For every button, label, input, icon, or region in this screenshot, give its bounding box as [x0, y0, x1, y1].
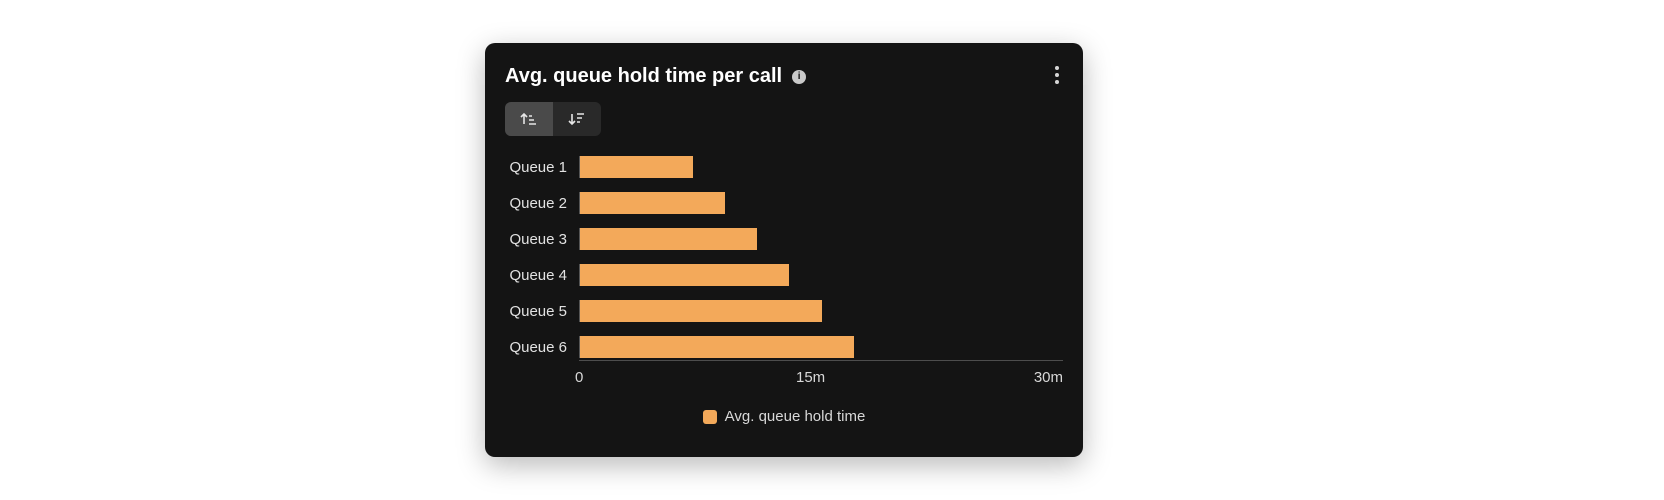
category-label: Queue 1: [505, 159, 567, 176]
x-tick-2: 30m: [1034, 369, 1063, 386]
sort-toggle: [505, 102, 601, 136]
bar[interactable]: [580, 336, 854, 358]
bar[interactable]: [580, 228, 757, 250]
x-axis-ticks: 0 15m 30m: [579, 369, 1063, 386]
sort-ascending-button[interactable]: [505, 102, 553, 136]
bar[interactable]: [580, 264, 789, 286]
legend: Avg. queue hold time: [505, 408, 1063, 425]
info-icon[interactable]: i: [792, 70, 806, 84]
category-label: Queue 4: [505, 267, 567, 284]
bar-row: Queue 5: [505, 300, 1063, 322]
bar[interactable]: [580, 300, 822, 322]
bar[interactable]: [580, 192, 725, 214]
chart-card: Avg. queue hold time per call i Queue 1Q…: [485, 43, 1083, 457]
bars-container: Queue 1 Queue 2 Queue 3 Queue 4 Queue 5 Queue…: [505, 156, 1063, 358]
card-header: Avg. queue hold time per call i: [505, 65, 1063, 88]
category-label: Queue 6: [505, 339, 567, 356]
x-tick-1: 15m: [796, 369, 825, 386]
bar-track: [579, 228, 1063, 250]
sort-descending-icon: [568, 111, 586, 127]
chart-title: Avg. queue hold time per call: [505, 65, 782, 88]
x-axis-baseline: [579, 360, 1063, 361]
sort-ascending-icon: [520, 111, 538, 127]
chart-plot-area: Queue 1 Queue 2 Queue 3 Queue 4 Queue 5 Queue…: [505, 156, 1063, 441]
bar-row: Queue 4: [505, 264, 1063, 286]
bar-track: [579, 192, 1063, 214]
bar-row: Queue 2: [505, 192, 1063, 214]
x-tick-0: 0: [575, 369, 583, 386]
bar-track: [579, 336, 1063, 358]
bar-row: Queue 1: [505, 156, 1063, 178]
bar[interactable]: [580, 156, 693, 178]
sort-descending-button[interactable]: [553, 102, 601, 136]
category-label: Queue 2: [505, 195, 567, 212]
bar-track: [579, 264, 1063, 286]
legend-label: Avg. queue hold time: [725, 408, 866, 425]
bar-track: [579, 156, 1063, 178]
bar-row: Queue 6: [505, 336, 1063, 358]
bar-track: [579, 300, 1063, 322]
legend-swatch: [703, 410, 717, 424]
bar-row: Queue 3: [505, 228, 1063, 250]
category-label: Queue 3: [505, 231, 567, 248]
more-options-button[interactable]: [1047, 63, 1067, 87]
category-label: Queue 5: [505, 303, 567, 320]
